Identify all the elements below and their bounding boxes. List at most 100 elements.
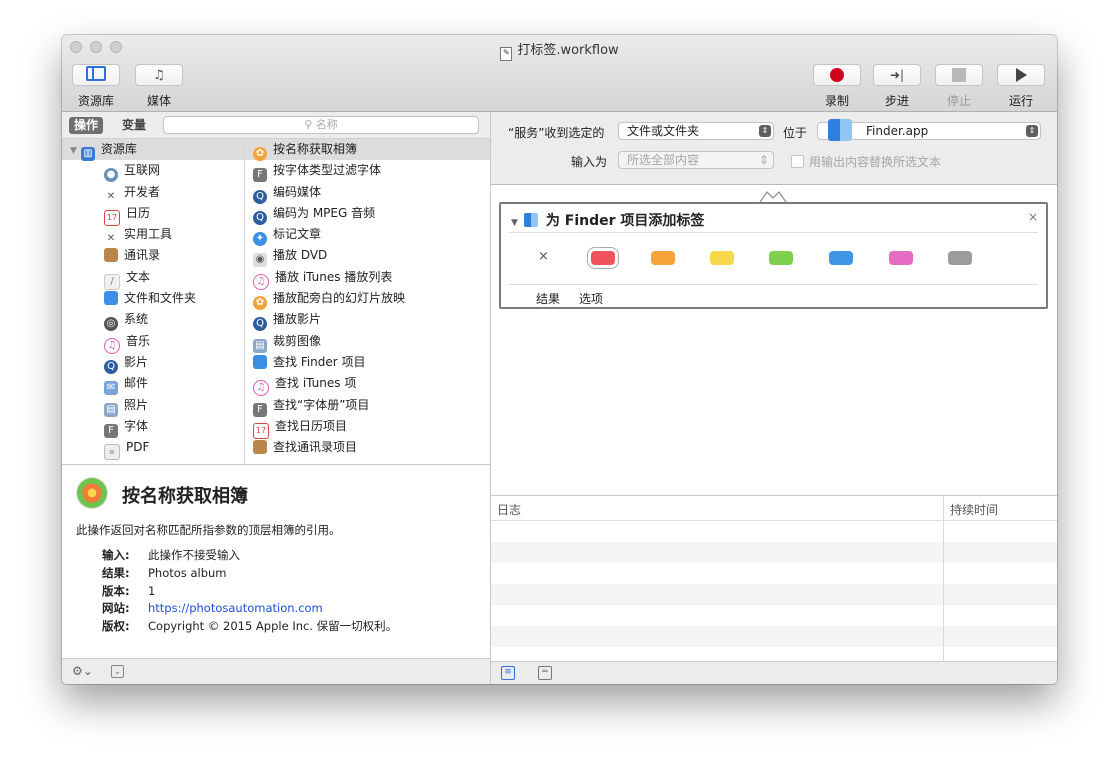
meta-value: 此操作不接受输入 (148, 548, 240, 562)
duration-column-header[interactable]: 持续时间 (950, 501, 998, 518)
meta-value: Photos album (148, 565, 227, 580)
replace-text-checkbox[interactable] (791, 155, 804, 168)
tag-yellow[interactable] (710, 251, 734, 265)
log-row (491, 584, 1057, 605)
stop-button[interactable] (935, 64, 983, 86)
action-item[interactable]: ✿ 播放配旁白的幻灯片放映 (245, 288, 490, 311)
meta-key: 版权: (102, 619, 130, 634)
meta-key: 网站: (102, 601, 130, 616)
log-column-header[interactable]: 日志 (497, 501, 521, 518)
search-input[interactable]: ⚲ 名称 (163, 116, 479, 134)
quicktime-icon: Q (104, 359, 118, 374)
log-header: 日志 持续时间 (491, 495, 1057, 521)
library-item-pdf[interactable]: ≡ PDF (62, 437, 244, 461)
workflow-pane: “服务”收到选定的 文件或文件夹 ⇕ 位于 Finder.app ⇕ 输入为 所选全… (491, 112, 1057, 684)
quicktime-icon: Q (253, 317, 267, 332)
library-pane: 操作 变量 ⚲ 名称 ▼ ▥ 资源库 ● 互联网 ✕ 开发者 17 日历 ✕ 实用工具 通讯… (62, 112, 491, 684)
close-icon[interactable]: × (1028, 210, 1038, 224)
library-root[interactable]: ▼ ▥ 资源库 (62, 139, 244, 162)
action-item[interactable]: 17 查找日历项目 (245, 416, 490, 439)
list-view-icon[interactable]: ≡ (501, 666, 515, 680)
action-card: ▼ 为 Finder 项目添加标签 × × 结果 选项 (499, 202, 1048, 309)
library-tabs: 操作 变量 ⚲ 名称 (62, 112, 490, 139)
tag-green[interactable] (769, 251, 793, 265)
globe-icon: ● (104, 168, 118, 183)
service-receives-label: “服务”收到选定的 (508, 126, 605, 140)
application-popup[interactable]: Finder.app ⇕ (817, 119, 1041, 141)
results-tab[interactable]: 结果 (536, 290, 560, 307)
clear-tags-button[interactable]: × (538, 249, 549, 264)
library-bottom-bar: ⚙⌄ ⌄ (62, 658, 490, 684)
popup-arrows-icon: ⇕ (1026, 125, 1038, 137)
quicktime-icon: Q (253, 210, 267, 225)
tab-variables[interactable]: 变量 (122, 117, 146, 134)
library-item-photos[interactable]: ▤ 照片 (62, 395, 244, 417)
action-item[interactable]: Q 编码媒体 (245, 182, 490, 204)
window-title: ✎ 打标签.workflow (62, 39, 1057, 61)
photos-icon: ▤ (104, 402, 118, 417)
stop-label: 停止 (946, 94, 971, 108)
library-item-internet[interactable]: ● 互联网 (62, 160, 244, 183)
column-divider (943, 495, 944, 661)
system-icon: ◎ (104, 317, 118, 332)
service-settings: “服务”收到选定的 文件或文件夹 ⇕ 位于 Finder.app ⇕ 输入为 所选全… (491, 112, 1057, 185)
library-item-contacts[interactable]: 通讯录 (62, 245, 244, 266)
action-item[interactable]: ◉ 播放 DVD (245, 245, 490, 268)
library-item-text[interactable]: / 文本 (62, 267, 244, 290)
library-item-music[interactable]: ♫ 音乐 (62, 331, 244, 354)
tag-blue[interactable] (829, 251, 853, 265)
action-item[interactable]: ▤ 裁剪图像 (245, 331, 490, 353)
finder-icon (253, 354, 267, 369)
meta-key: 输入: (102, 548, 130, 562)
disclosure-triangle-icon[interactable]: ▼ (511, 218, 518, 228)
font-book-icon: F (253, 168, 267, 183)
run-button[interactable] (997, 64, 1045, 86)
action-item[interactable]: F 按字体类型过滤字体 (245, 160, 490, 183)
action-item[interactable]: ✿ 按名称获取相簿 (245, 139, 490, 161)
action-card-title: ▼ 为 Finder 项目添加标签 (511, 213, 705, 229)
split-view-icon[interactable]: ═ (538, 666, 552, 680)
step-button[interactable]: ➜| (873, 64, 921, 86)
stop-icon (952, 68, 966, 82)
library-button[interactable] (72, 64, 120, 86)
input-type-popup[interactable]: 文件或文件夹 ⇕ (618, 122, 774, 140)
tag-purple[interactable] (889, 251, 913, 265)
library-item-calendar[interactable]: 17 日历 (62, 203, 244, 226)
library-list: ▼ ▥ 资源库 ● 互联网 ✕ 开发者 17 日历 ✕ 实用工具 通讯录 / 文本 文件和文件… (62, 139, 245, 464)
action-item[interactable]: ♫ 查找 iTunes 项 (245, 373, 490, 397)
library-item-movies[interactable]: Q 影片 (62, 352, 244, 374)
action-item[interactable]: F 查找“字体册”项目 (245, 395, 490, 417)
description-text: 此操作返回对名称匹配所指参数的顶层相簿的引用。 (76, 523, 341, 537)
library-item-files-folders[interactable]: 文件和文件夹 (62, 288, 244, 309)
disclosure-triangle-icon[interactable]: ▼ (70, 141, 77, 162)
popup-arrows-icon: ⇕ (758, 153, 769, 167)
action-item[interactable]: Q 编码为 MPEG 音频 (245, 203, 490, 225)
record-button[interactable] (813, 64, 861, 86)
media-icon: ♫ (153, 68, 165, 83)
action-item[interactable]: Q 播放影片 (245, 309, 490, 332)
tag-orange[interactable] (651, 251, 675, 265)
action-item[interactable]: 查找 Finder 项目 (245, 352, 490, 373)
input-as-popup[interactable]: 所选全部内容 ⇕ (618, 151, 774, 169)
tag-red[interactable] (587, 247, 619, 269)
divider (509, 232, 1038, 233)
toolbar: ✎ 打标签.workflow 资源库 ♫ 媒体 录制 ➜| 步进 停止 运行 (62, 35, 1057, 112)
library-item-system[interactable]: ◎ 系统 (62, 309, 244, 332)
log-row (491, 626, 1057, 647)
library-item-mail[interactable]: ✉ 邮件 (62, 373, 244, 396)
safari-icon: ✦ (253, 232, 267, 247)
play-icon (1015, 68, 1027, 82)
website-link[interactable]: https://photosautomation.com (148, 601, 323, 615)
tab-actions[interactable]: 操作 (69, 117, 104, 134)
options-tab[interactable]: 选项 (579, 290, 603, 307)
tag-gray[interactable] (948, 251, 972, 265)
media-button[interactable]: ♫ (135, 64, 183, 86)
action-item[interactable]: ♫ 播放 iTunes 播放列表 (245, 267, 490, 290)
library-item-utilities[interactable]: ✕ 实用工具 (62, 224, 244, 245)
action-item[interactable]: 查找通讯录项目 (245, 437, 490, 458)
toggle-description-icon[interactable]: ⌄ (111, 665, 124, 678)
gear-icon[interactable]: ⚙⌄ (72, 664, 93, 678)
library-item-fonts[interactable]: F 字体 (62, 416, 244, 438)
action-item[interactable]: ✦ 标记文章 (245, 224, 490, 247)
library-item-developer[interactable]: ✕ 开发者 (62, 182, 244, 203)
